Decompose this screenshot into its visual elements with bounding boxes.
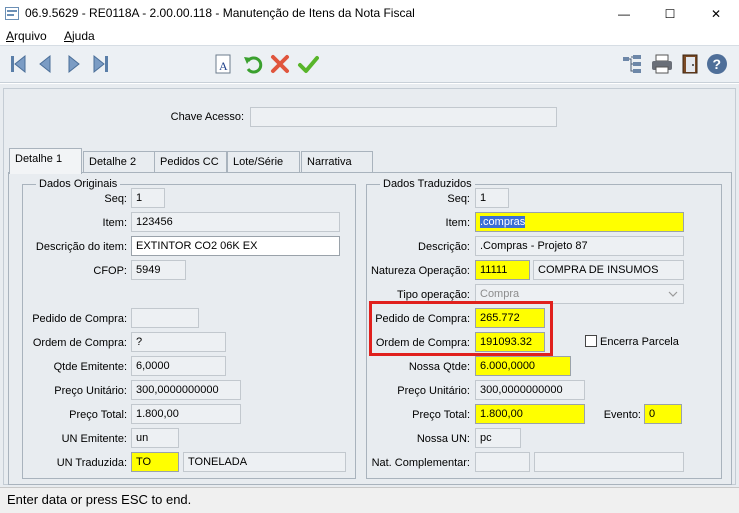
trad-nossa-un-label: Nossa UN: bbox=[416, 433, 470, 445]
tree-button[interactable] bbox=[620, 51, 644, 77]
undo-button[interactable] bbox=[241, 51, 265, 77]
tab-detalhe-2[interactable]: Detalhe 2 bbox=[83, 151, 155, 172]
last-record-button[interactable] bbox=[89, 51, 113, 77]
trad-nossa-qtde-field[interactable]: 6.000,0000 bbox=[475, 356, 571, 376]
orig-descricao-label: Descrição do item: bbox=[35, 241, 127, 253]
trad-preco-total-field[interactable]: 1.800,00 bbox=[475, 404, 585, 424]
print-button[interactable] bbox=[650, 51, 674, 77]
trad-tipo-label: Tipo operação: bbox=[397, 289, 470, 301]
tree-icon bbox=[623, 55, 641, 73]
trad-item-field[interactable]: .compras bbox=[475, 212, 684, 232]
next-record-icon bbox=[68, 54, 80, 74]
encerra-parcela-checkbox[interactable] bbox=[585, 335, 597, 347]
cancel-button[interactable] bbox=[268, 51, 292, 77]
svg-text:A: A bbox=[219, 59, 228, 73]
orig-un-traduzida-field[interactable]: TO bbox=[131, 452, 179, 472]
trad-nat-comp-label: Nat. Complementar: bbox=[371, 457, 470, 469]
trad-evento-field[interactable]: 0 bbox=[644, 404, 682, 424]
trad-nat-comp-field[interactable] bbox=[475, 452, 530, 472]
orig-pedido-label: Pedido de Compra: bbox=[32, 313, 127, 325]
trad-preco-unit-label: Preço Unitário: bbox=[397, 385, 470, 397]
prev-record-icon bbox=[39, 54, 51, 74]
orig-ordem-label: Ordem de Compra: bbox=[32, 337, 127, 349]
tab-detalhe-1[interactable]: Detalhe 1 bbox=[9, 148, 82, 174]
chevron-down-icon bbox=[668, 291, 678, 297]
orig-preco-unit-field[interactable]: 300,0000000000 bbox=[131, 380, 241, 400]
chave-acesso-field[interactable] bbox=[250, 107, 557, 127]
trad-item-selected-text: .compras bbox=[480, 216, 526, 228]
first-record-button[interactable] bbox=[6, 51, 30, 77]
chave-acesso-label: Chave Acesso: bbox=[170, 111, 244, 123]
cancel-icon bbox=[271, 55, 289, 73]
orig-seq-label: Seq: bbox=[104, 193, 127, 205]
window-title: 06.9.5629 - RE0118A - 2.00.00.118 - Manu… bbox=[25, 6, 415, 20]
orig-cfop-label: CFOP: bbox=[93, 265, 127, 277]
trad-preco-unit-field[interactable]: 300,0000000000 bbox=[475, 380, 585, 400]
font-button[interactable]: A bbox=[212, 51, 236, 77]
maximize-button[interactable]: ☐ bbox=[647, 0, 693, 27]
tab-pedidos-cc[interactable]: Pedidos CC bbox=[154, 151, 227, 172]
orig-preco-unit-label: Preço Unitário: bbox=[54, 385, 127, 397]
last-record-icon bbox=[93, 54, 108, 74]
orig-un-traduzida-desc: TONELADA bbox=[183, 452, 346, 472]
svg-text:?: ? bbox=[713, 56, 722, 72]
trad-nat-comp-desc bbox=[534, 452, 684, 472]
exit-icon bbox=[682, 54, 698, 74]
orig-preco-total-label: Preço Total: bbox=[69, 409, 127, 421]
help-icon: ? bbox=[707, 54, 727, 74]
dados-traduzidos-title: Dados Traduzidos bbox=[380, 178, 475, 190]
dados-originais-title: Dados Originais bbox=[36, 178, 121, 190]
orig-preco-total-field[interactable]: 1.800,00 bbox=[131, 404, 241, 424]
next-record-button[interactable] bbox=[62, 51, 86, 77]
print-icon bbox=[652, 54, 672, 74]
trad-tipo-value: Compra bbox=[480, 288, 520, 300]
trad-natureza-desc: COMPRA DE INSUMOS bbox=[533, 260, 684, 280]
orig-descricao-field[interactable]: EXTINTOR CO2 06K EX bbox=[131, 236, 340, 256]
trad-evento-label: Evento: bbox=[603, 409, 641, 421]
menu-ajuda[interactable]: Ajuda bbox=[64, 29, 95, 43]
orig-un-emitente-field[interactable]: un bbox=[131, 428, 179, 448]
trad-item-label: Item: bbox=[445, 217, 470, 229]
trad-seq-label: Seq: bbox=[447, 193, 470, 205]
encerra-parcela-label: Encerra Parcela bbox=[600, 336, 679, 348]
trad-seq-field[interactable]: 1 bbox=[475, 188, 509, 208]
trad-natureza-field[interactable]: 11111 bbox=[475, 260, 530, 280]
menu-bar bbox=[0, 27, 739, 45]
minimize-button[interactable]: — bbox=[601, 0, 647, 27]
trad-descricao-label: Descrição: bbox=[418, 241, 470, 253]
orig-un-traduzida-label: UN Traduzida: bbox=[56, 457, 127, 469]
status-text: Enter data or press ESC to end. bbox=[7, 492, 192, 507]
trad-preco-total-label: Preço Total: bbox=[412, 409, 470, 421]
menu-arquivo[interactable]: Arquivo bbox=[6, 29, 47, 43]
trad-nossa-un-field[interactable]: pc bbox=[475, 428, 521, 448]
first-record-icon bbox=[11, 54, 26, 74]
confirm-button[interactable] bbox=[296, 51, 320, 77]
trad-nossa-qtde-label: Nossa Qtde: bbox=[408, 361, 470, 373]
maximize-icon: ☐ bbox=[664, 6, 676, 21]
tab-narrativa[interactable]: Narrativa bbox=[301, 151, 373, 172]
tab-lote-serie[interactable]: Lote/Série bbox=[227, 151, 300, 172]
prev-record-button[interactable] bbox=[33, 51, 57, 77]
trad-natureza-label: Natureza Operação: bbox=[370, 265, 470, 277]
orig-cfop-field[interactable]: 5949 bbox=[131, 260, 186, 280]
orig-item-field[interactable]: 123456 bbox=[131, 212, 340, 232]
confirm-icon bbox=[298, 56, 319, 73]
orig-seq-field[interactable]: 1 bbox=[131, 188, 165, 208]
orig-ordem-field[interactable]: ? bbox=[131, 332, 226, 352]
orig-qtde-field[interactable]: 6,0000 bbox=[131, 356, 226, 376]
exit-button[interactable] bbox=[678, 51, 702, 77]
font-icon: A bbox=[215, 54, 231, 74]
undo-icon bbox=[244, 56, 263, 74]
app-icon bbox=[5, 7, 19, 20]
close-button[interactable]: ✕ bbox=[693, 0, 739, 27]
help-button[interactable]: ? bbox=[705, 51, 729, 77]
minimize-icon: — bbox=[618, 6, 630, 21]
close-icon: ✕ bbox=[710, 6, 722, 21]
orig-item-label: Item: bbox=[102, 217, 127, 229]
orig-un-emitente-label: UN Emitente: bbox=[61, 433, 127, 445]
orig-pedido-field[interactable] bbox=[131, 308, 199, 328]
orig-qtde-label: Qtde Emitente: bbox=[53, 361, 127, 373]
trad-descricao-field[interactable]: .Compras - Projeto 87 bbox=[475, 236, 684, 256]
red-highlight-box bbox=[369, 301, 553, 356]
